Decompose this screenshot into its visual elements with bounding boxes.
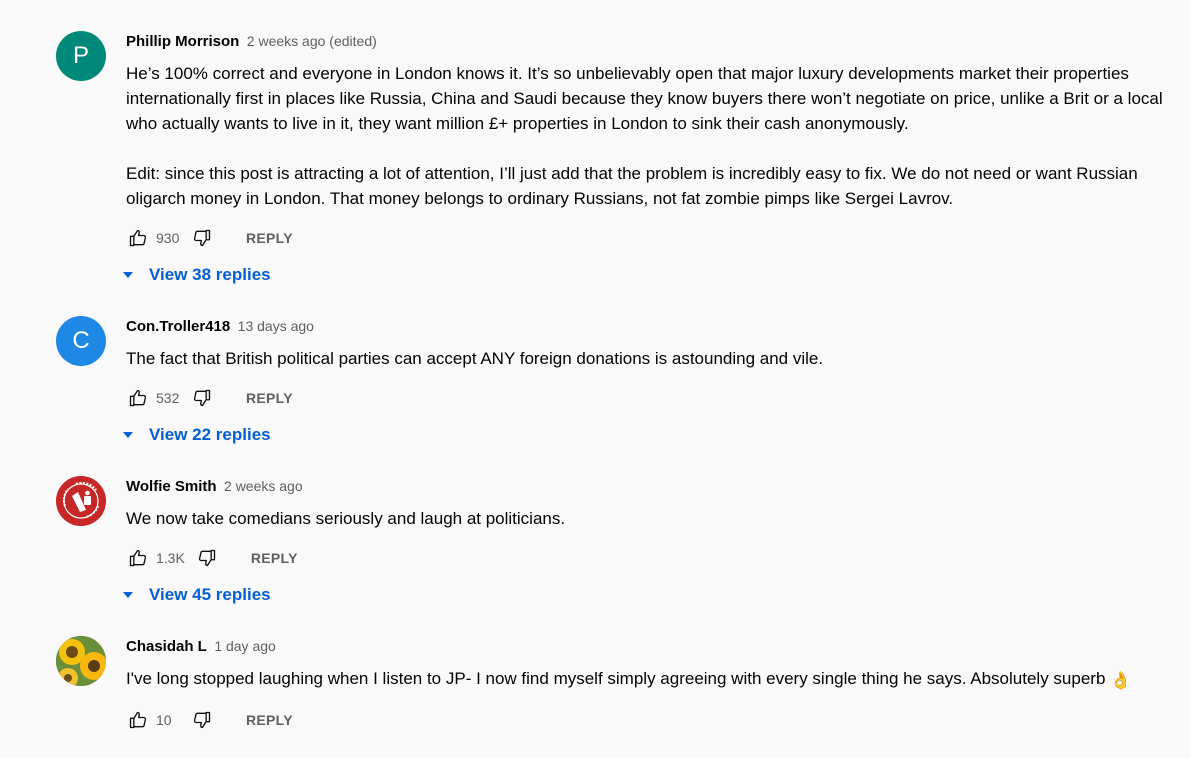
reply-button[interactable]: REPLY <box>246 712 293 728</box>
reply-button[interactable]: REPLY <box>251 550 298 566</box>
comment-actions: 10 REPLY <box>126 708 1166 732</box>
sunflower-photo-icon <box>56 636 106 686</box>
view-replies-button[interactable]: View 45 replies <box>123 583 1166 607</box>
reply-button[interactable]: REPLY <box>246 230 293 246</box>
avatar[interactable]: C <box>56 316 106 366</box>
thumbs-up-icon[interactable] <box>126 226 150 250</box>
view-replies-label: View 22 replies <box>149 425 271 444</box>
comment-text: I've long stopped laughing when I listen… <box>126 666 1166 693</box>
thumbs-down-icon[interactable] <box>190 386 214 410</box>
like-count: 1.3K <box>156 550 185 566</box>
comment-paragraph: He’s 100% correct and everyone in London… <box>126 64 1163 133</box>
view-replies-label: View 38 replies <box>149 265 271 284</box>
view-replies-label: View 45 replies <box>149 585 271 604</box>
ok-hand-emoji: 👌 <box>1110 671 1132 690</box>
thumbs-up-icon[interactable] <box>126 708 150 732</box>
view-replies-button[interactable]: View 38 replies <box>123 263 1166 287</box>
view-replies-button[interactable]: View 22 replies <box>123 423 1166 447</box>
timestamp[interactable]: 2 weeks ago <box>224 478 303 494</box>
avatar[interactable]: P <box>56 31 106 81</box>
comment-paragraph: Edit: since this post is attracting a lo… <box>126 164 1138 208</box>
comment-header: Wolfie Smith 2 weeks ago <box>126 476 1166 496</box>
author-name[interactable]: Con.Troller418 <box>126 318 230 335</box>
author-name[interactable]: Phillip Morrison <box>126 33 239 50</box>
comment-body: Wolfie Smith 2 weeks ago We now take com… <box>123 476 1166 607</box>
comment-paragraph: I've long stopped laughing when I listen… <box>126 666 1166 693</box>
author-name[interactable]: Wolfie Smith <box>126 478 217 495</box>
comment-text: We now take comedians seriously and laug… <box>126 506 1166 531</box>
comment-text: The fact that British political parties … <box>126 346 1166 371</box>
comment-body: Phillip Morrison 2 weeks ago (edited) He… <box>123 31 1166 287</box>
comment-header: Chasidah L 1 day ago <box>126 636 1166 656</box>
thumbs-down-icon[interactable] <box>190 708 214 732</box>
comment-actions: 1.3K REPLY <box>126 546 1166 570</box>
like-count: 10 <box>156 712 172 728</box>
caret-down-icon <box>123 592 133 598</box>
avatar[interactable] <box>56 476 106 526</box>
avatar[interactable] <box>56 636 106 686</box>
thumbs-up-icon[interactable] <box>126 546 150 570</box>
power-to-the-people-badge-icon <box>56 476 106 526</box>
comment-paragraph: The fact that British political parties … <box>126 349 824 368</box>
comment-text: He’s 100% correct and everyone in London… <box>126 61 1166 211</box>
thumbs-up-icon[interactable] <box>126 386 150 410</box>
avatar-letter: C <box>72 327 90 354</box>
comment-header: Phillip Morrison 2 weeks ago (edited) <box>126 31 1166 51</box>
like-count: 532 <box>156 390 180 406</box>
comment-body: Con.Troller418 13 days ago The fact that… <box>123 316 1166 447</box>
comment-header: Con.Troller418 13 days ago <box>126 316 1166 336</box>
caret-down-icon <box>123 432 133 438</box>
comment-paragraph-text: I've long stopped laughing when I listen… <box>126 669 1106 688</box>
caret-down-icon <box>123 272 133 278</box>
timestamp[interactable]: 1 day ago <box>214 638 276 654</box>
author-name[interactable]: Chasidah L <box>126 638 207 655</box>
comment-actions: 930 REPLY <box>126 226 1166 250</box>
thumbs-down-icon[interactable] <box>195 546 219 570</box>
thumbs-down-icon[interactable] <box>190 226 214 250</box>
like-count: 930 <box>156 230 180 246</box>
comment-body: Chasidah L 1 day ago I've long stopped l… <box>126 636 1166 732</box>
comment-actions: 532 REPLY <box>126 386 1166 410</box>
timestamp[interactable]: 2 weeks ago (edited) <box>247 33 377 49</box>
comment-paragraph: We now take comedians seriously and laug… <box>126 509 566 528</box>
avatar-letter: P <box>72 42 89 69</box>
timestamp[interactable]: 13 days ago <box>238 318 314 334</box>
reply-button[interactable]: REPLY <box>246 390 293 406</box>
